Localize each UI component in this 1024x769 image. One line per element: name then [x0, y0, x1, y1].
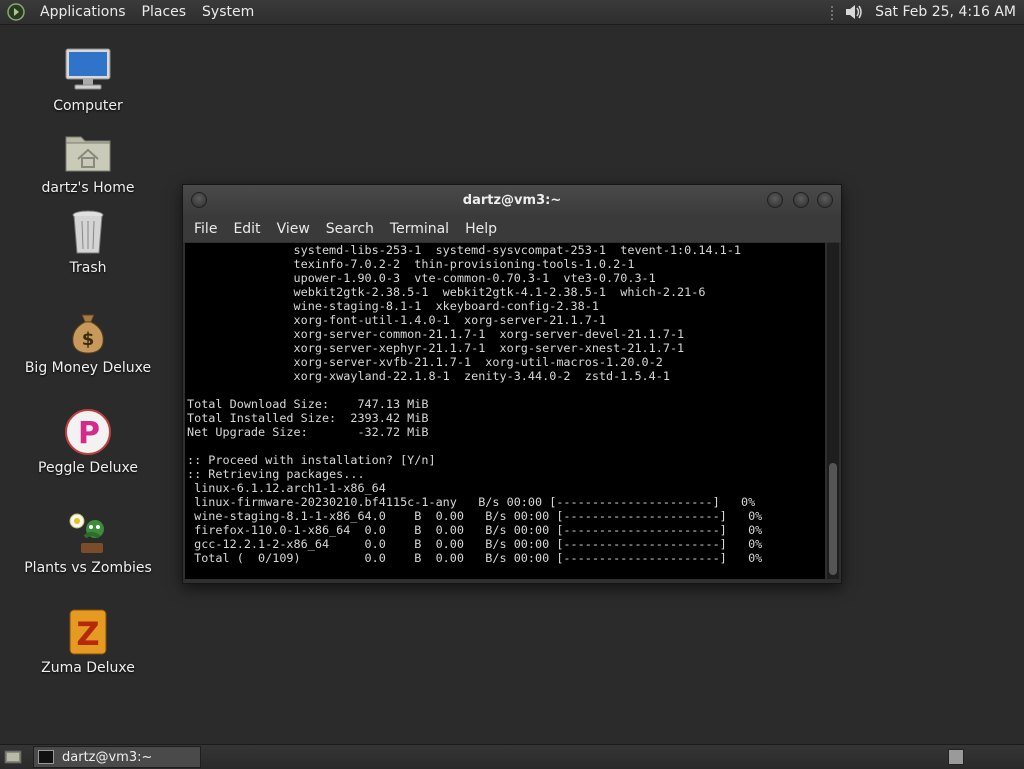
svg-text:Z: Z: [76, 615, 99, 653]
plants-icon: [62, 506, 114, 558]
menu-search[interactable]: Search: [318, 221, 382, 237]
bottom-panel: dartz@vm3:~: [0, 744, 1024, 769]
desktop-icon-label: Peggle Deluxe: [38, 460, 138, 476]
window-title: dartz@vm3:~: [462, 192, 562, 208]
taskbar-item-terminal[interactable]: dartz@vm3:~: [33, 746, 201, 768]
desktop-icon-big-money[interactable]: $ Big Money Deluxe: [8, 306, 168, 376]
peggle-icon: P: [62, 406, 114, 458]
desktop-icon-trash[interactable]: Trash: [8, 206, 168, 276]
terminal-output[interactable]: systemd-libs-253-1 systemd-sysvcompat-25…: [185, 243, 825, 579]
desktop-icon-label: Zuma Deluxe: [41, 660, 135, 676]
menu-edit[interactable]: Edit: [225, 221, 268, 237]
scrollbar-thumb[interactable]: [829, 463, 837, 575]
desktop-icon-label: dartz's Home: [41, 180, 135, 196]
terminal-icon: [38, 750, 54, 764]
terminal-window: dartz@vm3:~ File Edit View Search Termin…: [182, 184, 842, 584]
desktop-icon-zuma[interactable]: Z Zuma Deluxe: [8, 606, 168, 676]
desktop-icon-plants-vs-zombies[interactable]: Plants vs Zombies: [8, 506, 168, 576]
panel-handle-icon: [825, 3, 839, 21]
terminal-menubar: File Edit View Search Terminal Help: [183, 215, 841, 242]
svg-text:P: P: [78, 416, 100, 451]
trash-icon: [62, 206, 114, 258]
window-menu-button[interactable]: [191, 192, 207, 208]
zuma-icon: Z: [62, 606, 114, 658]
system-menu[interactable]: System: [194, 4, 262, 20]
maximize-button[interactable]: [793, 192, 809, 208]
svg-text:$: $: [82, 329, 95, 350]
computer-icon: [62, 44, 114, 96]
applications-menu[interactable]: Applications: [32, 4, 134, 20]
money-bag-icon: $: [62, 306, 114, 358]
menu-help[interactable]: Help: [457, 221, 505, 237]
home-folder-icon: [62, 126, 114, 178]
volume-icon[interactable]: [843, 3, 865, 21]
taskbar-item-label: dartz@vm3:~: [62, 749, 153, 765]
show-desktop-icon[interactable]: [3, 748, 23, 766]
clock[interactable]: Sat Feb 25, 4:16 AM: [869, 4, 1024, 20]
places-menu[interactable]: Places: [134, 4, 195, 20]
close-button[interactable]: [817, 192, 833, 208]
workspace-switcher[interactable]: [948, 749, 964, 765]
desktop-icon-home[interactable]: dartz's Home: [8, 126, 168, 196]
menu-view[interactable]: View: [269, 221, 318, 237]
terminal-scrollbar[interactable]: [827, 243, 839, 579]
desktop-icon-label: Trash: [69, 260, 107, 276]
menu-file[interactable]: File: [186, 221, 225, 237]
desktop-icon-peggle[interactable]: P Peggle Deluxe: [8, 406, 168, 476]
terminal-text: systemd-libs-253-1 systemd-sysvcompat-25…: [187, 243, 763, 565]
desktop-icon-label: Big Money Deluxe: [24, 360, 152, 376]
window-titlebar[interactable]: dartz@vm3:~: [183, 185, 841, 215]
minimize-button[interactable]: [767, 192, 783, 208]
desktop-icon-computer[interactable]: Computer: [8, 44, 168, 114]
top-panel: Applications Places System Sat Feb 25, 4…: [0, 0, 1024, 25]
main-menu-logo-icon[interactable]: [6, 2, 26, 22]
menu-terminal[interactable]: Terminal: [382, 221, 457, 237]
desktop-icon-label: Plants vs Zombies: [24, 560, 152, 576]
desktop-icon-label: Computer: [53, 98, 123, 114]
